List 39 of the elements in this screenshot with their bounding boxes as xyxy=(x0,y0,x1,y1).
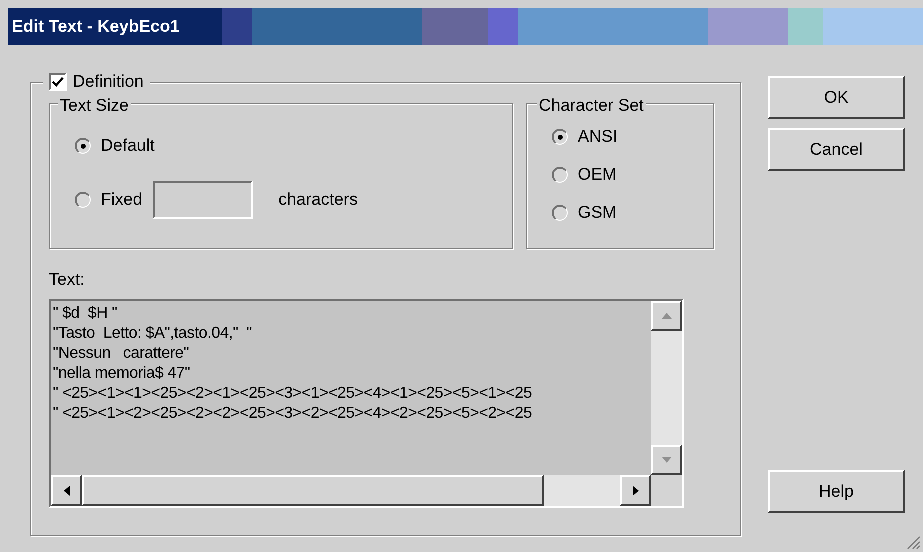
checkbox-label: Definition xyxy=(73,71,144,93)
resize-grip-icon xyxy=(907,536,921,550)
window-title: Edit Text - KeybEco1 xyxy=(8,8,222,45)
checkbox[interactable] xyxy=(49,72,67,91)
radio-label: Default xyxy=(101,135,155,158)
vertical-scrollbar[interactable] xyxy=(651,301,682,475)
radio-label: OEM xyxy=(578,164,617,186)
left-arrow-icon xyxy=(64,486,70,496)
up-arrow-icon xyxy=(662,313,672,319)
dialog-button[interactable]: Cancel xyxy=(768,128,905,171)
text-line: "Tasto Letto: $A",tasto.04," " xyxy=(53,324,252,344)
scroll-left-button[interactable] xyxy=(51,475,82,506)
horizontal-scrollbar[interactable] xyxy=(51,475,651,506)
right-arrow-icon xyxy=(632,486,638,496)
scroll-right-button[interactable] xyxy=(620,475,651,506)
scroll-up-button[interactable] xyxy=(651,301,682,331)
scroll-thumb[interactable] xyxy=(82,475,544,506)
radio-button[interactable] xyxy=(75,138,91,154)
radio-label: ANSI xyxy=(578,126,618,148)
text-line: "Nessun carattere" xyxy=(53,344,190,364)
radio-button[interactable] xyxy=(75,192,91,208)
text-line: " <25><1><2><25><2><2><25><3><2><25><4><2><25><5><2><25 xyxy=(53,404,532,424)
radio-label: Fixed xyxy=(101,189,143,212)
text-label: Text: xyxy=(49,270,85,289)
dialog-button[interactable]: OK xyxy=(768,76,905,119)
text-line: "nella memoria$ 47" xyxy=(53,364,190,384)
radio-button[interactable] xyxy=(552,204,568,220)
text-line: " $d $H " xyxy=(53,304,118,324)
text-line: " <25><1><1><25><2><1><25><3><1><25><4><1><25><5><1><25 xyxy=(53,384,532,404)
characters-input[interactable] xyxy=(152,181,253,219)
text-area[interactable]: " $d $H " "Tasto Letto: $A",tasto.04," " "Nessun carattere" "nella memoria$ 47" " <25><1><1><25><2><1><25><3><1><25><4><1><25><5><1><25 " <25><1><2><25><2><2><25><3><2><25><4><2><25><5><2><25 xyxy=(49,299,684,508)
characters-label: characters xyxy=(278,189,358,212)
scroll-down-button[interactable] xyxy=(651,445,682,475)
radio-label: GSM xyxy=(578,202,617,224)
help-button[interactable]: Help xyxy=(768,470,905,513)
scrollbar-corner xyxy=(651,475,682,506)
radio-button[interactable] xyxy=(552,128,568,144)
radio-button[interactable] xyxy=(552,166,568,182)
down-arrow-icon xyxy=(662,457,672,463)
